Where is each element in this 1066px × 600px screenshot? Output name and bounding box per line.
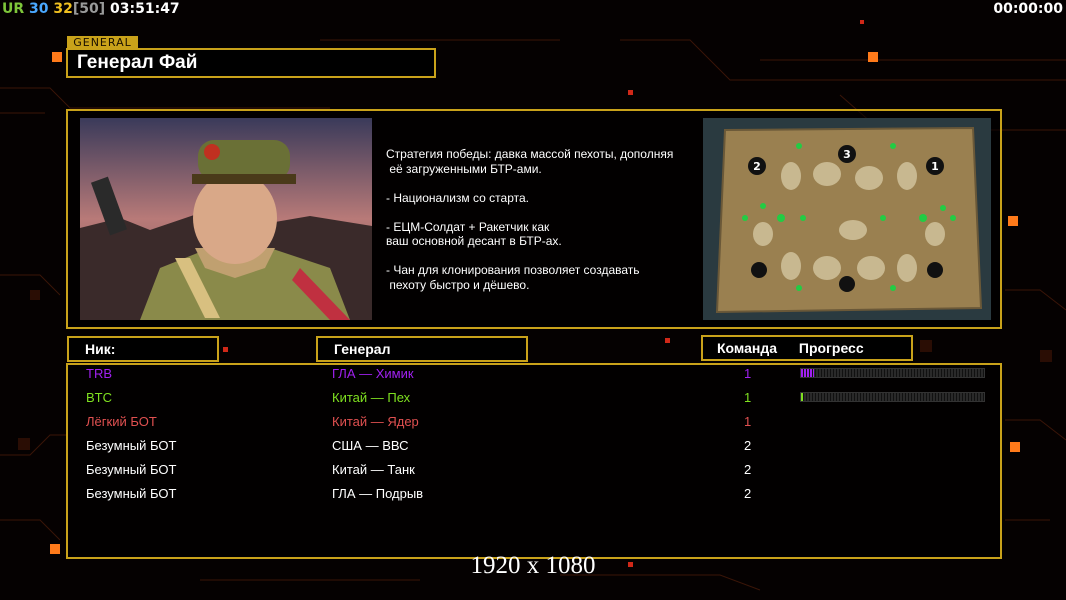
player-nick: BTC — [86, 390, 112, 405]
player-progress-fill — [801, 393, 803, 401]
player-nick: Безумный БОТ — [86, 486, 177, 501]
player-team: 1 — [744, 390, 752, 405]
header-nick: Ник: — [67, 336, 219, 362]
player-row: Лёгкий БОТ Китай — Ядер 1 — [86, 414, 986, 438]
player-nick: Лёгкий БОТ — [86, 414, 157, 429]
general-title: Генерал Фай — [66, 48, 436, 78]
map-marker-1: 1 — [931, 160, 939, 173]
header-progress: Прогресс — [798, 340, 864, 356]
player-team: 2 — [744, 486, 752, 501]
player-team: 2 — [744, 462, 752, 477]
header-team: Команда — [717, 340, 777, 356]
player-row: BTC Китай — Пех 1 — [86, 390, 986, 414]
map-marker-2: 2 — [753, 160, 761, 173]
player-row: Безумный БОТ ГЛА — Подрыв 2 — [86, 486, 986, 510]
player-progress-bar — [800, 392, 985, 402]
resolution-watermark: 1920 x 1080 — [470, 552, 596, 579]
hud-value-3: [50] — [72, 1, 106, 17]
player-nick: Безумный БОТ — [86, 438, 177, 453]
player-team: 1 — [744, 366, 752, 381]
player-general: ГЛА — Химик — [332, 366, 414, 381]
map-preview[interactable]: 2 3 1 — [703, 118, 991, 320]
player-progress-fill — [801, 369, 814, 377]
player-general: Китай — Ядер — [332, 414, 419, 429]
hud-timer: 00:00:00 — [993, 1, 1063, 17]
player-team: 2 — [744, 438, 752, 453]
player-row: TRB ГЛА — Химик 1 — [86, 366, 986, 390]
map-marker-3: 3 — [843, 148, 851, 161]
general-portrait — [80, 118, 372, 320]
player-general: Китай — Пех — [332, 390, 411, 405]
player-progress-bar — [800, 368, 985, 378]
player-general: Китай — Танк — [332, 462, 415, 477]
strategy-description: Стратегия победы: давка массой пехоты, д… — [386, 147, 674, 292]
player-row: Безумный БОТ США — ВВС 2 — [86, 438, 986, 462]
hud-stats: UR 30 32[50] 03:51:47 — [2, 0, 180, 18]
player-nick: TRB — [86, 366, 112, 381]
player-team: 1 — [744, 414, 752, 429]
player-general: ГЛА — Подрыв — [332, 486, 424, 501]
header-general: Генерал — [316, 336, 528, 362]
player-nick: Безумный БОТ — [86, 462, 177, 477]
hud-value-1: 30 — [29, 1, 49, 17]
header-team-progress: Команда Прогресс — [701, 335, 913, 361]
hud-value-2: 32 — [53, 1, 73, 17]
hud-ur-label: UR — [2, 1, 25, 17]
hud-clock: 03:51:47 — [110, 1, 180, 17]
player-general: США — ВВС — [332, 438, 409, 453]
player-row: Безумный БОТ Китай — Танк 2 — [86, 462, 986, 486]
